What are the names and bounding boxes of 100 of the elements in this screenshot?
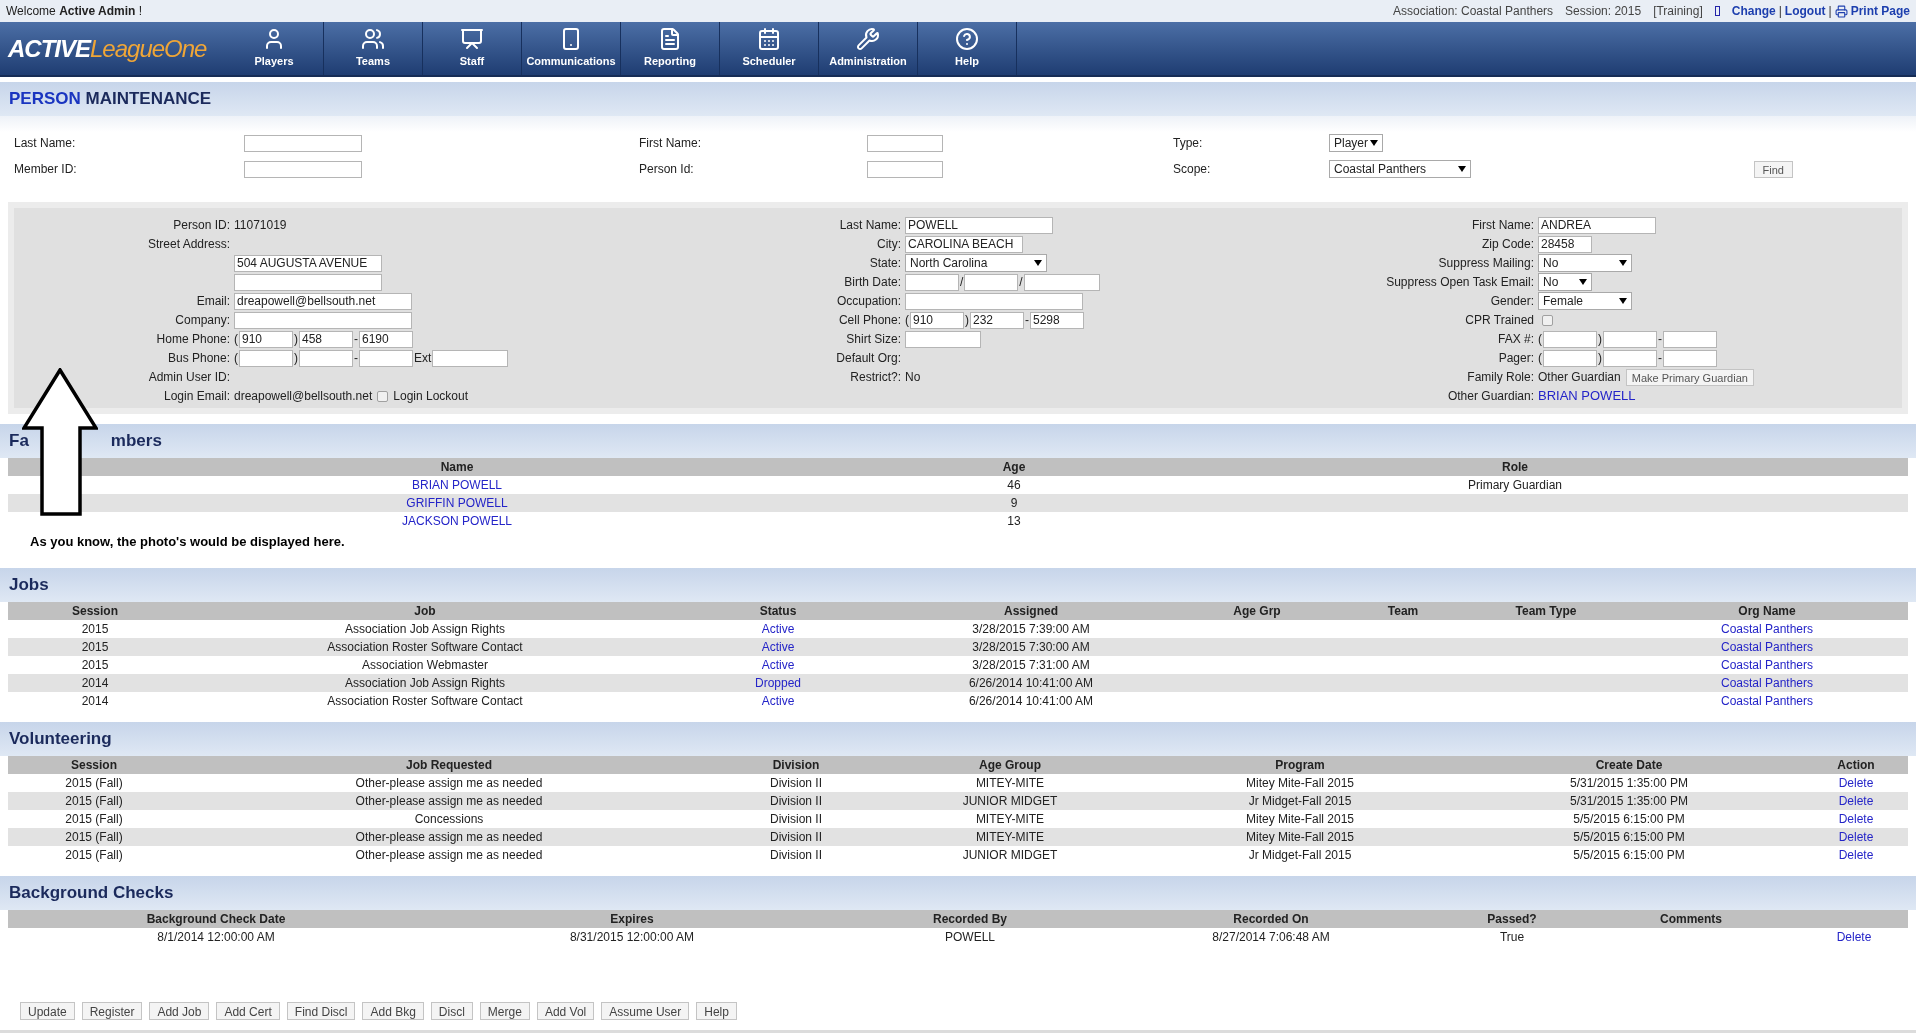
input-field[interactable]	[1543, 349, 1597, 367]
dropdown[interactable]: No	[1538, 254, 1632, 272]
input-field[interactable]: 6190	[359, 330, 413, 348]
action-button[interactable]: Discl	[430, 1002, 473, 1020]
action-button[interactable]: Merge	[479, 1002, 530, 1020]
input-field[interactable]	[1023, 273, 1100, 291]
input-field[interactable]: dreapowell@bellsouth.net	[234, 292, 412, 310]
nav-tab[interactable]: Help	[918, 22, 1017, 75]
input-field[interactable]	[244, 160, 362, 178]
input-field[interactable]: 232	[970, 311, 1024, 329]
action-button[interactable]: Find Discl	[286, 1002, 356, 1020]
input-field[interactable]	[1603, 330, 1657, 348]
input-field[interactable]	[1663, 330, 1717, 348]
nav-tab[interactable]: Teams	[324, 22, 423, 75]
action-button[interactable]: Add Bkg	[362, 1002, 424, 1020]
action-button[interactable]: Assume User	[601, 1002, 690, 1020]
table-link[interactable]: Coastal Panthers	[1720, 640, 1814, 654]
table-link[interactable]: Coastal Panthers	[1720, 658, 1814, 672]
table-link[interactable]: Active	[761, 640, 795, 654]
input-field[interactable]	[244, 134, 362, 152]
input-field[interactable]: POWELL	[905, 216, 1053, 234]
checkbox[interactable]	[377, 390, 389, 402]
input-field[interactable]	[905, 330, 981, 348]
checkbox[interactable]	[1542, 314, 1553, 326]
table-cell: Division II	[770, 812, 822, 826]
table-cell: 3/28/2015 7:30:00 AM	[972, 640, 1090, 654]
dropdown[interactable]: Female	[1538, 292, 1632, 310]
table-link[interactable]: Active	[761, 622, 795, 636]
input-field[interactable]: 5298	[1030, 311, 1084, 329]
action-button[interactable]: Update	[20, 1002, 75, 1020]
table-link[interactable]: GRIFFIN POWELL	[406, 496, 508, 510]
nav-tab[interactable]: Staff	[423, 22, 522, 75]
column-header: Age Group	[979, 758, 1041, 772]
nav-tab[interactable]: Players	[225, 22, 324, 75]
dropdown[interactable]: Player	[1329, 134, 1383, 152]
input-field[interactable]	[234, 311, 412, 329]
table-link[interactable]: BRIAN POWELL	[412, 478, 502, 492]
table-link[interactable]: Active	[761, 694, 795, 708]
input-field[interactable]	[1603, 349, 1657, 367]
header-link[interactable]: Change	[1731, 2, 1776, 20]
input-field[interactable]	[359, 349, 413, 367]
table-link[interactable]: Delete	[1836, 930, 1872, 944]
input-field[interactable]: CAROLINA BEACH	[905, 235, 1023, 253]
input-field[interactable]	[1543, 330, 1597, 348]
input-field[interactable]	[299, 349, 353, 367]
action-button[interactable]: Help	[696, 1002, 737, 1020]
people-icon	[361, 27, 385, 52]
table-link[interactable]: Delete	[1838, 812, 1874, 826]
column-header: Name	[440, 460, 474, 474]
table-link[interactable]: Delete	[1838, 794, 1874, 808]
dropdown[interactable]: North Carolina	[905, 254, 1047, 272]
input-field[interactable]: 504 AUGUSTA AVENUE	[234, 254, 382, 272]
table-link[interactable]: Dropped	[755, 676, 801, 690]
column-header: Age Grp	[1233, 604, 1281, 618]
input-field[interactable]	[905, 273, 959, 291]
input-field[interactable]	[905, 292, 1083, 310]
dropdown[interactable]: Coastal Panthers	[1329, 160, 1471, 178]
input-field[interactable]	[964, 273, 1019, 291]
input-field[interactable]: 910	[910, 311, 964, 329]
guardian-link[interactable]: BRIAN POWELL	[1538, 386, 1636, 406]
input-field[interactable]	[867, 134, 943, 152]
input-field[interactable]	[239, 349, 293, 367]
table-cell: 5/5/2015 6:15:00 PM	[1573, 812, 1685, 826]
action-button[interactable]: Add Job	[149, 1002, 210, 1020]
table-link[interactable]: JACKSON POWELL	[402, 514, 512, 528]
column-header: Expires	[610, 912, 654, 926]
input-field[interactable]: 458	[299, 330, 353, 348]
header-link[interactable]: Logout	[1784, 2, 1826, 20]
input-field[interactable]: 28458	[1538, 235, 1592, 253]
action-button[interactable]: Add Vol	[536, 1002, 595, 1020]
action-button[interactable]: Register	[81, 1002, 143, 1020]
nav-tab[interactable]: Administration	[819, 22, 918, 75]
table-link[interactable]: Coastal Panthers	[1720, 622, 1814, 636]
table-cell: Division II	[770, 848, 822, 862]
nav-tab[interactable]: Communications	[522, 22, 621, 75]
input-field[interactable]: ANDREA	[1538, 216, 1656, 234]
make-primary-button[interactable]: Make Primary Guardian	[1625, 368, 1754, 386]
table-link[interactable]: Active	[761, 658, 795, 672]
field-label: Last Name:	[839, 218, 901, 232]
input-field[interactable]	[1663, 349, 1717, 367]
find-button[interactable]: Find	[1753, 160, 1793, 178]
nav-tab[interactable]: Reporting	[621, 22, 720, 75]
dropdown[interactable]: No	[1538, 273, 1592, 291]
nav-tab[interactable]: Scheduler	[720, 22, 819, 75]
input-field[interactable]: 910	[239, 330, 293, 348]
table-link[interactable]: Delete	[1838, 830, 1874, 844]
printer-icon[interactable]	[1834, 4, 1848, 18]
action-button[interactable]: Add Cert	[216, 1002, 280, 1020]
table-cell: 2015 (Fall)	[65, 830, 123, 844]
input-field[interactable]	[867, 160, 943, 178]
input-field[interactable]	[234, 273, 382, 291]
table-link[interactable]: Delete	[1838, 776, 1874, 790]
input-field[interactable]	[432, 349, 509, 367]
print-link[interactable]: Print Page	[1850, 2, 1910, 20]
help-icon	[955, 27, 979, 52]
table-link[interactable]: Delete	[1838, 848, 1874, 862]
field-value: No	[905, 369, 921, 386]
field-value: Login Lockout	[393, 388, 468, 405]
table-link[interactable]: Coastal Panthers	[1720, 676, 1814, 690]
table-link[interactable]: Coastal Panthers	[1720, 694, 1814, 708]
